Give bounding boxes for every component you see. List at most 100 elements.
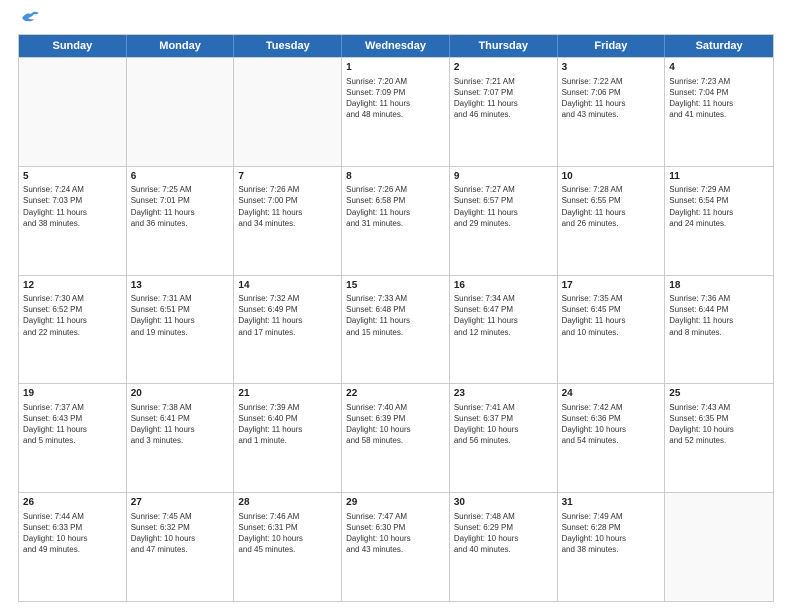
cell-info-line: and 49 minutes. xyxy=(23,544,122,555)
cell-info-line: Sunrise: 7:22 AM xyxy=(562,76,661,87)
day-number: 9 xyxy=(454,170,553,184)
calendar-cell: 2Sunrise: 7:21 AMSunset: 7:07 PMDaylight… xyxy=(450,58,558,166)
calendar-cell: 11Sunrise: 7:29 AMSunset: 6:54 PMDayligh… xyxy=(665,167,773,275)
cell-info-line: Daylight: 11 hours xyxy=(669,315,769,326)
cell-info-line: and 41 minutes. xyxy=(669,109,769,120)
cell-info-line: Sunrise: 7:45 AM xyxy=(131,511,230,522)
cell-info-line: Sunrise: 7:49 AM xyxy=(562,511,661,522)
day-number: 28 xyxy=(238,496,337,510)
cell-info-line: Daylight: 10 hours xyxy=(562,533,661,544)
day-number: 16 xyxy=(454,279,553,293)
cell-info-line: Daylight: 11 hours xyxy=(23,424,122,435)
cell-info-line: and 36 minutes. xyxy=(131,218,230,229)
cell-info-line: Daylight: 10 hours xyxy=(346,424,445,435)
cell-info-line: Sunset: 6:55 PM xyxy=(562,195,661,206)
calendar-cell: 12Sunrise: 7:30 AMSunset: 6:52 PMDayligh… xyxy=(19,276,127,384)
cell-info-line: Sunset: 6:36 PM xyxy=(562,413,661,424)
cell-info-line: Sunrise: 7:48 AM xyxy=(454,511,553,522)
cell-info-line: and 43 minutes. xyxy=(346,544,445,555)
calendar-cell: 16Sunrise: 7:34 AMSunset: 6:47 PMDayligh… xyxy=(450,276,558,384)
cell-info-line: Daylight: 11 hours xyxy=(454,315,553,326)
header xyxy=(18,18,774,26)
cell-info-line: and 47 minutes. xyxy=(131,544,230,555)
cell-info-line: Daylight: 10 hours xyxy=(562,424,661,435)
cell-info-line: Daylight: 10 hours xyxy=(238,533,337,544)
calendar-cell: 20Sunrise: 7:38 AMSunset: 6:41 PMDayligh… xyxy=(127,384,235,492)
calendar-cell: 30Sunrise: 7:48 AMSunset: 6:29 PMDayligh… xyxy=(450,493,558,601)
day-number: 27 xyxy=(131,496,230,510)
cell-info-line: Daylight: 11 hours xyxy=(238,424,337,435)
cell-info-line: and 29 minutes. xyxy=(454,218,553,229)
cell-info-line: and 8 minutes. xyxy=(669,327,769,338)
day-number: 3 xyxy=(562,61,661,75)
day-number: 14 xyxy=(238,279,337,293)
calendar-cell: 19Sunrise: 7:37 AMSunset: 6:43 PMDayligh… xyxy=(19,384,127,492)
calendar-cell: 28Sunrise: 7:46 AMSunset: 6:31 PMDayligh… xyxy=(234,493,342,601)
cell-info-line: Sunset: 7:06 PM xyxy=(562,87,661,98)
day-number: 18 xyxy=(669,279,769,293)
cell-info-line: Daylight: 11 hours xyxy=(562,207,661,218)
cell-info-line: and 34 minutes. xyxy=(238,218,337,229)
cell-info-line: Sunrise: 7:35 AM xyxy=(562,293,661,304)
cell-info-line: Sunset: 6:31 PM xyxy=(238,522,337,533)
cell-info-line: and 48 minutes. xyxy=(346,109,445,120)
cell-info-line: Daylight: 11 hours xyxy=(131,424,230,435)
cell-info-line: Sunset: 6:32 PM xyxy=(131,522,230,533)
calendar-header-cell: Thursday xyxy=(450,35,558,57)
cell-info-line: Sunrise: 7:25 AM xyxy=(131,184,230,195)
cell-info-line: and 12 minutes. xyxy=(454,327,553,338)
cell-info-line: Sunrise: 7:31 AM xyxy=(131,293,230,304)
cell-info-line: Daylight: 11 hours xyxy=(131,315,230,326)
calendar-header-cell: Wednesday xyxy=(342,35,450,57)
cell-info-line: Sunset: 6:28 PM xyxy=(562,522,661,533)
cell-info-line: Sunrise: 7:27 AM xyxy=(454,184,553,195)
cell-info-line: Sunset: 6:29 PM xyxy=(454,522,553,533)
calendar-cell: 9Sunrise: 7:27 AMSunset: 6:57 PMDaylight… xyxy=(450,167,558,275)
cell-info-line: Sunset: 7:03 PM xyxy=(23,195,122,206)
cell-info-line: Sunrise: 7:24 AM xyxy=(23,184,122,195)
cell-info-line: and 45 minutes. xyxy=(238,544,337,555)
cell-info-line: Sunset: 7:09 PM xyxy=(346,87,445,98)
cell-info-line: and 24 minutes. xyxy=(669,218,769,229)
cell-info-line: Daylight: 10 hours xyxy=(346,533,445,544)
cell-info-line: Sunset: 6:47 PM xyxy=(454,304,553,315)
cell-info-line: Sunrise: 7:29 AM xyxy=(669,184,769,195)
cell-info-line: Daylight: 10 hours xyxy=(131,533,230,544)
calendar-week-row: 1Sunrise: 7:20 AMSunset: 7:09 PMDaylight… xyxy=(19,57,773,166)
cell-info-line: Sunrise: 7:47 AM xyxy=(346,511,445,522)
day-number: 6 xyxy=(131,170,230,184)
cell-info-line: Daylight: 11 hours xyxy=(562,98,661,109)
cell-info-line: Sunrise: 7:26 AM xyxy=(346,184,445,195)
day-number: 10 xyxy=(562,170,661,184)
calendar-cell: 27Sunrise: 7:45 AMSunset: 6:32 PMDayligh… xyxy=(127,493,235,601)
cell-info-line: Sunrise: 7:33 AM xyxy=(346,293,445,304)
calendar-week-row: 26Sunrise: 7:44 AMSunset: 6:33 PMDayligh… xyxy=(19,492,773,601)
day-number: 17 xyxy=(562,279,661,293)
calendar-cell: 18Sunrise: 7:36 AMSunset: 6:44 PMDayligh… xyxy=(665,276,773,384)
cell-info-line: Daylight: 11 hours xyxy=(23,315,122,326)
cell-info-line: Sunset: 6:40 PM xyxy=(238,413,337,424)
calendar-week-row: 19Sunrise: 7:37 AMSunset: 6:43 PMDayligh… xyxy=(19,383,773,492)
cell-info-line: and 43 minutes. xyxy=(562,109,661,120)
day-number: 24 xyxy=(562,387,661,401)
cell-info-line: and 3 minutes. xyxy=(131,435,230,446)
calendar-cell xyxy=(127,58,235,166)
day-number: 5 xyxy=(23,170,122,184)
cell-info-line: and 31 minutes. xyxy=(346,218,445,229)
calendar-cell: 24Sunrise: 7:42 AMSunset: 6:36 PMDayligh… xyxy=(558,384,666,492)
calendar-cell: 29Sunrise: 7:47 AMSunset: 6:30 PMDayligh… xyxy=(342,493,450,601)
calendar-cell xyxy=(665,493,773,601)
cell-info-line: Sunset: 6:49 PM xyxy=(238,304,337,315)
cell-info-line: Daylight: 11 hours xyxy=(238,315,337,326)
cell-info-line: and 52 minutes. xyxy=(669,435,769,446)
cell-info-line: Sunrise: 7:32 AM xyxy=(238,293,337,304)
cell-info-line: and 10 minutes. xyxy=(562,327,661,338)
cell-info-line: and 5 minutes. xyxy=(23,435,122,446)
cell-info-line: Daylight: 11 hours xyxy=(23,207,122,218)
calendar-cell xyxy=(234,58,342,166)
day-number: 12 xyxy=(23,279,122,293)
cell-info-line: and 15 minutes. xyxy=(346,327,445,338)
calendar-cell: 21Sunrise: 7:39 AMSunset: 6:40 PMDayligh… xyxy=(234,384,342,492)
cell-info-line: Daylight: 11 hours xyxy=(346,98,445,109)
calendar-cell: 10Sunrise: 7:28 AMSunset: 6:55 PMDayligh… xyxy=(558,167,666,275)
